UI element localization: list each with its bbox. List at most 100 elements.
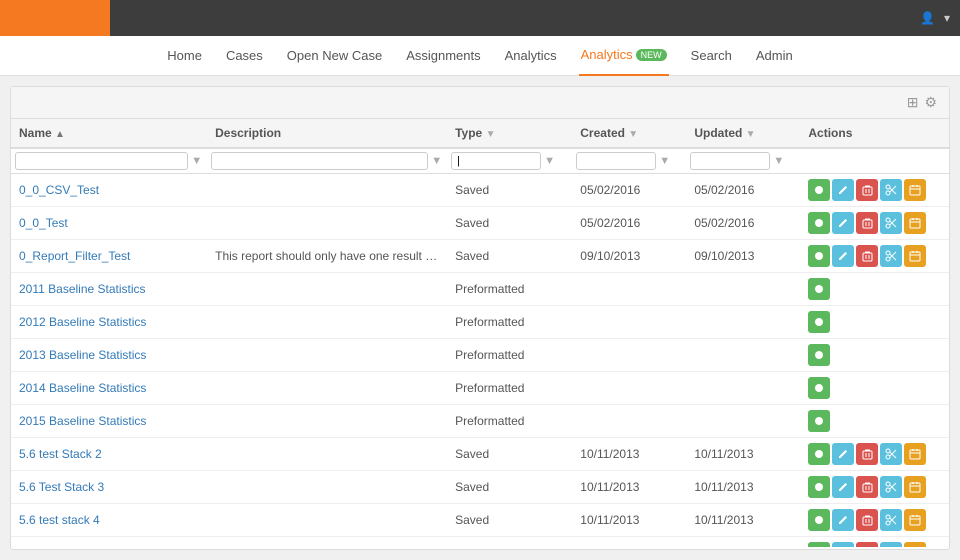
nav-analytics[interactable]: Analytics bbox=[503, 36, 559, 76]
schedule-button[interactable] bbox=[880, 212, 902, 234]
report-name-link[interactable]: 0_0_CSV_Test bbox=[19, 183, 99, 197]
schedule-button[interactable] bbox=[880, 245, 902, 267]
nav-cases[interactable]: Cases bbox=[224, 36, 265, 76]
filter-icon-created[interactable]: ▼ bbox=[628, 129, 638, 140]
nav-analytics-active[interactable]: Analytics NEW bbox=[579, 36, 669, 76]
edit-button[interactable] bbox=[832, 443, 854, 465]
report-name-link[interactable]: 2014 Baseline Statistics bbox=[19, 381, 146, 395]
updated-cell bbox=[686, 405, 800, 438]
edit-button[interactable] bbox=[832, 476, 854, 498]
calendar-button[interactable] bbox=[904, 212, 926, 234]
description-cell bbox=[207, 471, 447, 504]
schedule-button[interactable] bbox=[880, 179, 902, 201]
report-name-link[interactable]: 5.6 test stack 4 bbox=[19, 513, 100, 527]
calendar-button[interactable] bbox=[904, 443, 926, 465]
calendar-button[interactable] bbox=[904, 245, 926, 267]
delete-button[interactable] bbox=[856, 245, 878, 267]
filter-type-icon[interactable]: ▼ bbox=[543, 154, 556, 168]
filter-name-input[interactable] bbox=[15, 152, 188, 170]
col-actions: Actions bbox=[800, 119, 949, 148]
updated-cell: 10/11/2013 bbox=[686, 438, 800, 471]
schedule-button[interactable] bbox=[880, 476, 902, 498]
delete-button[interactable] bbox=[856, 443, 878, 465]
table-row: 2015 Baseline Statistics Preformatted bbox=[11, 405, 949, 438]
calendar-button[interactable] bbox=[904, 509, 926, 531]
filter-name-icon[interactable]: ▼ bbox=[190, 154, 203, 168]
name-cell: 2012 Baseline Statistics bbox=[11, 306, 207, 339]
col-updated: Updated ▼ bbox=[686, 119, 800, 148]
view-button[interactable] bbox=[808, 344, 830, 366]
view-button[interactable] bbox=[808, 377, 830, 399]
nav-search[interactable]: Search bbox=[689, 36, 734, 76]
edit-button[interactable] bbox=[832, 212, 854, 234]
col-created: Created ▼ bbox=[572, 119, 686, 148]
edit-button[interactable] bbox=[832, 245, 854, 267]
edit-button[interactable] bbox=[832, 509, 854, 531]
nav-admin[interactable]: Admin bbox=[754, 36, 795, 76]
type-cell: Preformatted bbox=[447, 306, 572, 339]
delete-button[interactable] bbox=[856, 509, 878, 531]
name-cell: 2015 Baseline Statistics bbox=[11, 405, 207, 438]
report-name-link[interactable]: 5.7 Lon Stack 2 bbox=[19, 546, 102, 547]
filter-updated-input[interactable] bbox=[690, 152, 770, 170]
filter-desc-icon[interactable]: ▼ bbox=[430, 154, 443, 168]
view-button[interactable] bbox=[808, 410, 830, 432]
view-button[interactable] bbox=[808, 476, 830, 498]
delete-button[interactable] bbox=[856, 212, 878, 234]
nav: Home Cases Open New Case Assignments Ana… bbox=[0, 36, 960, 76]
edit-button[interactable] bbox=[832, 179, 854, 201]
actions-cell bbox=[800, 504, 949, 537]
name-cell: 0_0_CSV_Test bbox=[11, 174, 207, 207]
calendar-button[interactable] bbox=[904, 542, 926, 547]
report-name-link[interactable]: 2015 Baseline Statistics bbox=[19, 414, 146, 428]
schedule-button[interactable] bbox=[880, 509, 902, 531]
filter-type-input[interactable] bbox=[451, 152, 541, 170]
filter-updated-cell: ▼ bbox=[686, 148, 800, 174]
view-button[interactable] bbox=[808, 509, 830, 531]
filter-icon-updated[interactable]: ▼ bbox=[746, 129, 756, 140]
view-button[interactable] bbox=[808, 542, 830, 547]
nav-assignments[interactable]: Assignments bbox=[404, 36, 482, 76]
calendar-button[interactable] bbox=[904, 476, 926, 498]
sort-asc-icon[interactable]: ▲ bbox=[55, 129, 65, 140]
report-name-link[interactable]: 5.6 Test Stack 3 bbox=[19, 480, 104, 494]
created-cell bbox=[572, 405, 686, 438]
filter-updated-icon[interactable]: ▼ bbox=[772, 154, 785, 168]
delete-button[interactable] bbox=[856, 179, 878, 201]
type-cell: Preformatted bbox=[447, 405, 572, 438]
panel-header: ⊞ ⚙ bbox=[11, 87, 949, 119]
description-cell bbox=[207, 174, 447, 207]
user-area[interactable]: 👤 ▾ bbox=[920, 11, 960, 25]
schedule-button[interactable] bbox=[880, 542, 902, 547]
view-button[interactable] bbox=[808, 311, 830, 333]
schedule-button[interactable] bbox=[880, 443, 902, 465]
description-cell bbox=[207, 537, 447, 548]
report-name-link[interactable]: 2012 Baseline Statistics bbox=[19, 315, 146, 329]
nav-open-new-case[interactable]: Open New Case bbox=[285, 36, 384, 76]
name-cell: 5.6 Test Stack 3 bbox=[11, 471, 207, 504]
delete-button[interactable] bbox=[856, 542, 878, 547]
view-button[interactable] bbox=[808, 212, 830, 234]
view-button[interactable] bbox=[808, 443, 830, 465]
filter-icon-type[interactable]: ▼ bbox=[486, 129, 496, 140]
view-button[interactable] bbox=[808, 278, 830, 300]
calendar-button[interactable] bbox=[904, 179, 926, 201]
report-name-link[interactable]: 5.6 test Stack 2 bbox=[19, 447, 102, 461]
gear-icon[interactable]: ⚙ bbox=[924, 94, 937, 111]
updated-cell: 10/11/2013 bbox=[686, 471, 800, 504]
view-button[interactable] bbox=[808, 179, 830, 201]
report-name-link[interactable]: 2013 Baseline Statistics bbox=[19, 348, 146, 362]
grid-icon[interactable]: ⊞ bbox=[907, 94, 919, 111]
table-row: 5.6 Test Stack 3Saved10/11/201310/11/201… bbox=[11, 471, 949, 504]
filter-created-icon[interactable]: ▼ bbox=[658, 154, 671, 168]
view-button[interactable] bbox=[808, 245, 830, 267]
delete-button[interactable] bbox=[856, 476, 878, 498]
edit-button[interactable] bbox=[832, 542, 854, 547]
nav-home[interactable]: Home bbox=[165, 36, 204, 76]
filter-created-input[interactable] bbox=[576, 152, 656, 170]
analytics-table: Name ▲ Description Type ▼ Created ▼ Upda… bbox=[11, 119, 949, 547]
filter-desc-input[interactable] bbox=[211, 152, 428, 170]
report-name-link[interactable]: 0_0_Test bbox=[19, 216, 68, 230]
report-name-link[interactable]: 0_Report_Filter_Test bbox=[19, 249, 130, 263]
report-name-link[interactable]: 2011 Baseline Statistics bbox=[19, 282, 146, 296]
